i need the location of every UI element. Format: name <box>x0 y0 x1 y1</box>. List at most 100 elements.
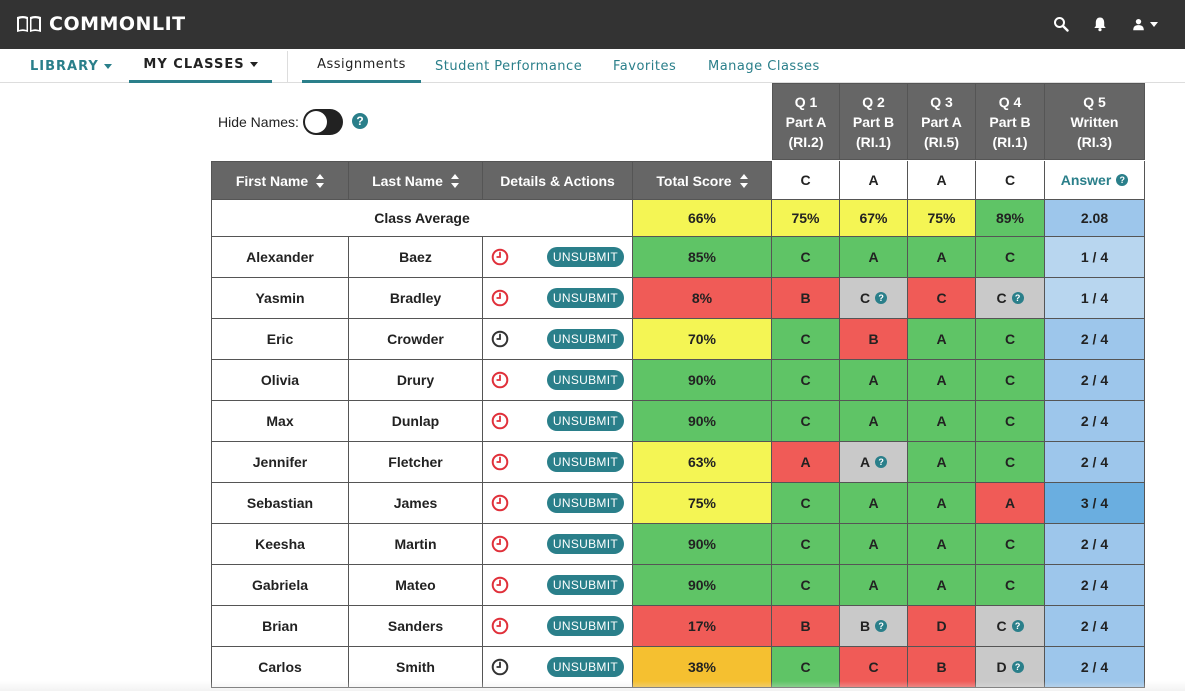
commonlit-logo[interactable]: COMMONLIT <box>16 13 186 35</box>
question-standard: (RI.3) <box>1077 133 1112 150</box>
answer-choice: C <box>996 618 1007 634</box>
first-name-cell: Eric <box>211 319 349 360</box>
unsubmit-button[interactable]: UNSUBMIT <box>546 657 624 677</box>
last-name: Fletcher <box>388 454 443 470</box>
help-icon[interactable]: ? <box>875 620 888 632</box>
question-header: Q 2 Part B (RI.1) <box>840 83 908 160</box>
clock-icon[interactable] <box>491 289 509 307</box>
bell-icon[interactable] <box>1090 14 1110 34</box>
tab-student-performance[interactable]: Student Performance <box>435 49 582 83</box>
answer-choice: C <box>1004 413 1016 429</box>
answer-cell: C <box>772 401 840 442</box>
sort-icon[interactable] <box>739 170 748 192</box>
written-score-cell[interactable]: 2 / 4 <box>1045 401 1145 442</box>
sort-icon[interactable] <box>316 170 325 192</box>
answer-cell[interactable]: C? <box>840 278 908 319</box>
clock-icon[interactable] <box>491 535 509 553</box>
clock-icon[interactable] <box>491 248 509 266</box>
tab-manage-classes[interactable]: Manage Classes <box>708 49 820 83</box>
written-score: 2 / 4 <box>1080 331 1109 347</box>
answer-cell: D <box>908 606 976 647</box>
help-icon[interactable]: ? <box>1116 174 1129 186</box>
first-name: Sebastian <box>246 495 314 511</box>
total-score: 85% <box>687 249 717 265</box>
help-icon[interactable]: ? <box>875 292 888 304</box>
hide-names-toggle[interactable] <box>302 109 343 135</box>
details-actions-cell: UNSUBMIT <box>483 483 633 524</box>
help-icon[interactable]: ? <box>1011 292 1024 304</box>
written-score-cell[interactable]: 2 / 4 <box>1045 524 1145 565</box>
answer-choice: C <box>1004 331 1016 347</box>
written-score-cell[interactable]: 1 / 4 <box>1045 278 1145 319</box>
tab-assignments[interactable]: Assignments <box>302 49 421 83</box>
answer-cell[interactable]: B? <box>840 606 908 647</box>
clock-icon[interactable] <box>491 330 509 348</box>
question-number: Q 5 <box>1083 93 1106 110</box>
help-icon[interactable]: ? <box>1011 661 1024 673</box>
clock-icon[interactable] <box>491 617 509 635</box>
written-score-cell[interactable]: 2 / 4 <box>1045 442 1145 483</box>
answer-cell[interactable]: A? <box>840 442 908 483</box>
written-score-cell[interactable]: 2 / 4 <box>1045 606 1145 647</box>
last-name: James <box>393 495 438 511</box>
answer-cell[interactable]: C? <box>976 278 1045 319</box>
clock-icon[interactable] <box>491 453 509 471</box>
clock-icon[interactable] <box>491 658 509 676</box>
clock-icon[interactable] <box>491 576 509 594</box>
unsubmit-button[interactable]: UNSUBMIT <box>546 288 624 308</box>
help-icon[interactable]: ? <box>352 113 368 129</box>
help-icon[interactable]: ? <box>1011 620 1024 632</box>
unsubmit-button[interactable]: UNSUBMIT <box>546 370 624 390</box>
clock-icon[interactable] <box>491 494 509 512</box>
answer-cell: C <box>772 319 840 360</box>
unsubmit-button[interactable]: UNSUBMIT <box>546 452 624 472</box>
answer-cell: A <box>840 524 908 565</box>
last-name-header[interactable]: Last Name <box>349 161 483 200</box>
answer-cell: A <box>908 401 976 442</box>
unsubmit-button[interactable]: UNSUBMIT <box>546 411 624 431</box>
my-classes-menu[interactable]: MY CLASSES <box>129 49 272 83</box>
answer-cell[interactable]: D? <box>976 647 1045 688</box>
first-name-cell: Alexander <box>211 237 349 278</box>
total-score-cell: 70% <box>633 319 772 360</box>
unsubmit-button[interactable]: UNSUBMIT <box>546 493 624 513</box>
answer-cell: B <box>908 647 976 688</box>
answer-choice: C <box>1004 577 1016 593</box>
clock-icon[interactable] <box>491 371 509 389</box>
unsubmit-button[interactable]: UNSUBMIT <box>546 575 624 595</box>
written-score-cell[interactable]: 3 / 4 <box>1045 483 1145 524</box>
written-score-cell[interactable]: 2 / 4 <box>1045 319 1145 360</box>
tab-favorites[interactable]: Favorites <box>613 49 676 83</box>
written-score-cell[interactable]: 1 / 4 <box>1045 237 1145 278</box>
answer-key-link[interactable]: Answer? <box>1045 161 1145 200</box>
help-icon[interactable]: ? <box>875 456 888 468</box>
sort-icon[interactable] <box>450 170 459 192</box>
answer-choice: C <box>996 290 1007 306</box>
first-name-header[interactable]: First Name <box>211 161 349 200</box>
written-score-cell[interactable]: 2 / 4 <box>1045 360 1145 401</box>
main-nav: LIBRARY MY CLASSES Assignments Student P… <box>0 49 1185 83</box>
library-menu[interactable]: LIBRARY <box>30 49 112 83</box>
unsubmit-button[interactable]: UNSUBMIT <box>546 616 624 636</box>
user-menu-icon[interactable] <box>1129 14 1161 34</box>
last-name-cell: James <box>349 483 483 524</box>
class-average-question: 2.08 <box>1045 200 1145 237</box>
search-icon[interactable] <box>1051 14 1071 34</box>
answer-cell: C <box>976 401 1045 442</box>
details-actions-cell: UNSUBMIT <box>483 442 633 483</box>
details-actions-cell: UNSUBMIT <box>483 524 633 565</box>
clock-icon[interactable] <box>491 412 509 430</box>
total-score: 90% <box>687 536 717 552</box>
total-score-header[interactable]: Total Score <box>633 161 772 200</box>
written-score-cell[interactable]: 2 / 4 <box>1045 647 1145 688</box>
answer-key-value: A <box>936 172 947 188</box>
unsubmit-button[interactable]: UNSUBMIT <box>546 247 624 267</box>
total-score: 75% <box>687 495 717 511</box>
unsubmit-button[interactable]: UNSUBMIT <box>546 534 624 554</box>
answer-cell: C <box>840 647 908 688</box>
answer-cell[interactable]: C? <box>976 606 1045 647</box>
written-score-cell[interactable]: 2 / 4 <box>1045 565 1145 606</box>
chevron-down-icon <box>103 63 112 69</box>
answer-key: C <box>772 161 840 200</box>
unsubmit-button[interactable]: UNSUBMIT <box>546 329 624 349</box>
